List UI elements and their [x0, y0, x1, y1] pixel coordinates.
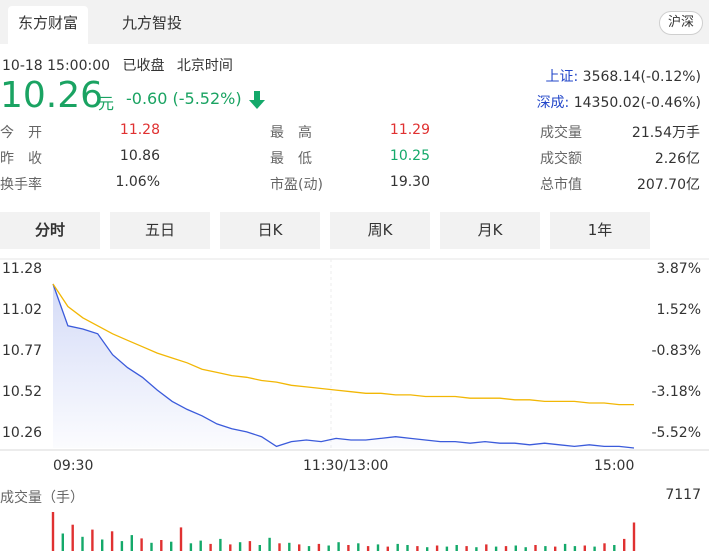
- volume-bar: [524, 547, 527, 551]
- volume-bar: [288, 542, 291, 551]
- volume-bar: [120, 541, 124, 551]
- volume-bar: [376, 544, 380, 551]
- volume-bar: [445, 546, 449, 551]
- volume-bar: [150, 542, 153, 551]
- volume-bar: [258, 545, 261, 551]
- volume-bar: [229, 544, 232, 551]
- volume-bar: [426, 547, 429, 551]
- volume-bar: [396, 543, 399, 551]
- volume-bar: [406, 545, 409, 551]
- volume-bar: [435, 545, 439, 551]
- volume-bar: [534, 545, 537, 551]
- volume-bar: [130, 535, 133, 551]
- volume-bar: [170, 541, 173, 551]
- volume-bar: [623, 538, 626, 551]
- volume-bar: [366, 546, 370, 551]
- volume-bar: [494, 546, 498, 551]
- volume-bar: [101, 539, 104, 551]
- volume-bar: [140, 538, 143, 551]
- volume-bar: [238, 542, 242, 551]
- volume-bar: [544, 546, 547, 551]
- volume-bar: [278, 543, 281, 551]
- volume-bar: [71, 524, 74, 551]
- volume-bar: [81, 536, 84, 551]
- volume-bar: [189, 543, 193, 551]
- volume-bar: [504, 546, 508, 551]
- volume-bar: [160, 540, 163, 551]
- volume-bar: [110, 531, 114, 551]
- volume-bar: [91, 529, 94, 551]
- volume-bar: [603, 543, 606, 551]
- volume-bar: [179, 527, 183, 551]
- volume-bar: [563, 543, 567, 551]
- volume-bar: [455, 545, 458, 551]
- volume-bar: [219, 538, 222, 551]
- volume-bar: [416, 546, 419, 551]
- volume-bar: [514, 545, 517, 551]
- volume-bar: [347, 545, 350, 551]
- volume-bar: [465, 546, 468, 551]
- volume-bar: [583, 545, 586, 551]
- volume-bar: [554, 546, 557, 551]
- volume-bar: [317, 543, 321, 551]
- volume-bar: [357, 543, 360, 551]
- volume-bar: [209, 543, 212, 551]
- volume-bar: [632, 522, 636, 551]
- volume-bar: [307, 546, 311, 551]
- volume-bar: [573, 546, 577, 551]
- volume-bar: [61, 533, 64, 551]
- price-area: [53, 284, 634, 448]
- volume-bar: [268, 537, 271, 551]
- volume-bar: [199, 540, 202, 551]
- volume-bar: [327, 545, 330, 551]
- volume-bar: [51, 512, 55, 551]
- volume-bar: [475, 547, 478, 551]
- volume-bar: [485, 544, 488, 551]
- intraday-chart: [0, 258, 709, 551]
- volume-bar: [298, 544, 301, 551]
- volume-bar: [386, 546, 389, 551]
- volume-bar: [613, 545, 616, 551]
- volume-bar: [593, 546, 596, 551]
- volume-bar: [337, 542, 340, 551]
- volume-bar: [248, 541, 252, 551]
